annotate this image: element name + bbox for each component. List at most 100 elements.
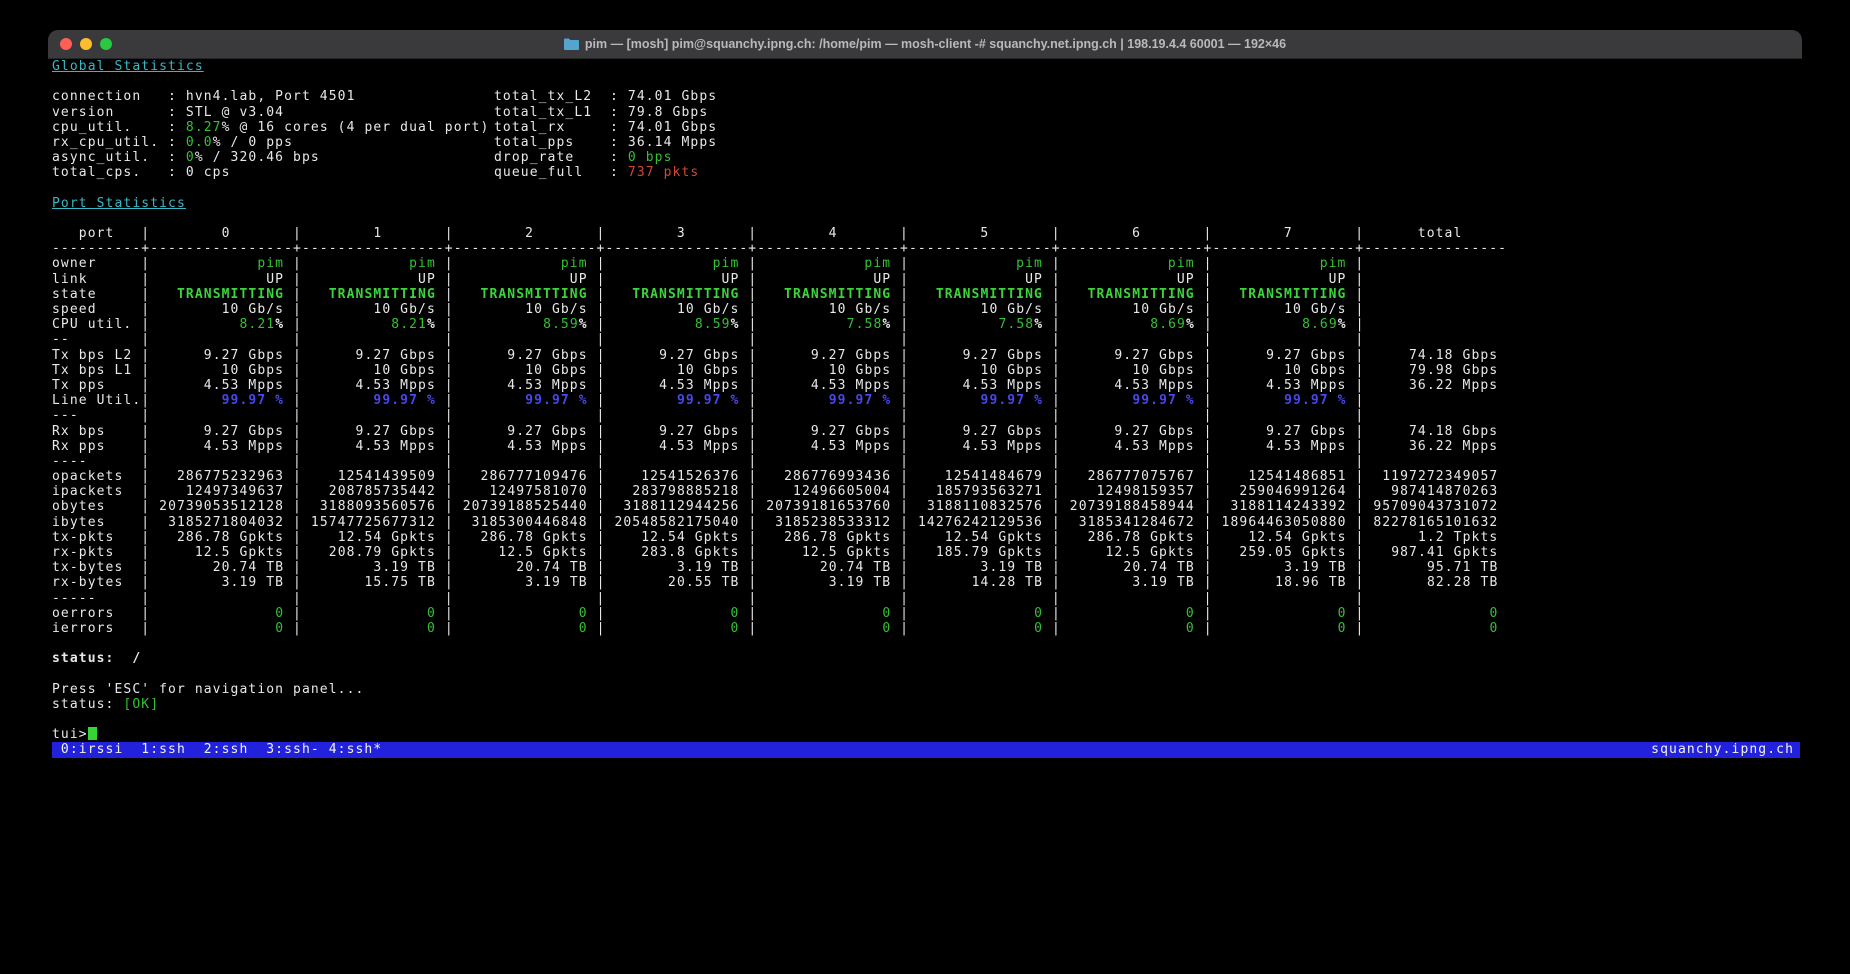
close-button[interactable]	[60, 38, 72, 50]
cell-pipe: |	[1195, 287, 1213, 302]
cell-value: 10 Gb/s	[981, 302, 1044, 317]
terminal-screen[interactable]: Global Statisticsconnection : hvn4.lab, …	[52, 59, 1800, 762]
cell-pipe: |	[284, 499, 302, 514]
zoom-button[interactable]	[100, 38, 112, 50]
cell-value: TRANSMITTING	[481, 287, 588, 302]
cell-value: 10 Gbps	[1132, 363, 1195, 378]
cell-value: 0	[882, 621, 891, 636]
cell-pipe: |	[891, 302, 909, 317]
cell-pad	[909, 393, 980, 408]
cell-value: 0	[1186, 621, 1195, 636]
stat-value: 737 pkts	[628, 165, 699, 180]
cell-value: 8.21	[391, 317, 427, 332]
cell-pipe: |	[1043, 606, 1061, 621]
cell-value: 20739181653760	[766, 499, 891, 514]
cell-pad	[1061, 256, 1168, 271]
cell-value: pim	[257, 256, 284, 271]
cell-value: 7.58	[847, 317, 883, 332]
row-label: obytes |	[52, 499, 150, 514]
cell-value: 9.27 Gbps	[659, 348, 739, 363]
cell-pad	[1061, 272, 1177, 287]
cell-pad	[606, 469, 642, 484]
empty-cell: |	[302, 332, 454, 347]
cell-pipe: |	[891, 363, 909, 378]
cell-pipe: |	[588, 363, 606, 378]
cell-pad	[606, 302, 677, 317]
empty-cell: |	[1061, 591, 1213, 606]
cell-value: 4.53 Mpps	[204, 378, 284, 393]
cell-pad	[1213, 499, 1231, 514]
cell-value: 18964463050880	[1222, 515, 1347, 530]
cell-pad	[757, 317, 846, 332]
cell-value: 4.53 Mpps	[811, 439, 891, 454]
empty-cell: |	[454, 408, 606, 423]
cell-value: 259.05 Gpkts	[1239, 545, 1346, 560]
cell-pad	[454, 530, 481, 545]
stat-label: total_tx_L2 :	[494, 89, 628, 104]
cell-value: UP	[1025, 272, 1043, 287]
cell-value: 15.75 TB	[364, 575, 435, 590]
cell-pad	[150, 606, 275, 621]
cell-value: 82278165101632	[1373, 515, 1498, 530]
cell-suffix: %	[1338, 317, 1347, 332]
titlebar[interactable]: pim — [mosh] pim@squanchy.ipng.ch: /home…	[48, 30, 1802, 59]
cell-pipe	[1498, 560, 1507, 575]
cell-value: 8.69	[1302, 317, 1338, 332]
empty-cell: |	[454, 454, 606, 469]
cell-pipe: |	[1195, 575, 1213, 590]
empty-cell: |	[1213, 591, 1365, 606]
table-row--: ----- | | | | | | | | |	[52, 591, 1800, 606]
row-label: ipackets |	[52, 484, 150, 499]
cell-pipe: |	[284, 302, 302, 317]
table-row-Tx-pps: Tx pps | 4.53 Mpps | 4.53 Mpps | 4.53 Mp…	[52, 378, 1800, 393]
text-cursor[interactable]	[88, 727, 97, 740]
cell-pipe: |	[891, 378, 909, 393]
cell-pipe: |	[1195, 272, 1213, 287]
cell-pipe: |	[588, 317, 606, 332]
cell-pad	[606, 621, 731, 636]
cell-pad	[909, 272, 1025, 287]
cell-pad	[1061, 560, 1124, 575]
cell-value: 12498159357	[1097, 484, 1195, 499]
cell-pipe: |	[588, 393, 606, 408]
cell-value: 14.28 TB	[972, 575, 1043, 590]
cell-pad	[1213, 317, 1302, 332]
cell-pad	[150, 530, 177, 545]
cell-value: 9.27 Gbps	[963, 424, 1043, 439]
cell-pipe: |	[284, 530, 302, 545]
cell-value: 3185300446848	[472, 515, 588, 530]
table-row-obytes: obytes | 20739053512128 | 3188093560576 …	[52, 499, 1800, 514]
cell-pipe: |	[1195, 545, 1213, 560]
minimize-button[interactable]	[80, 38, 92, 50]
cell-value: 10 Gb/s	[677, 302, 740, 317]
cell-value: 7.58	[998, 317, 1034, 332]
cell-value: 10 Gbps	[981, 363, 1044, 378]
cell-pipe: |	[436, 317, 454, 332]
cell-pipe	[1498, 545, 1507, 560]
cell-pad	[454, 424, 508, 439]
cell-value: 74.18 Gbps	[1409, 424, 1498, 439]
cell-pipe: |	[436, 621, 454, 636]
tmux-status-bar: 0:irssi 1:ssh 2:ssh 3:ssh- 4:ssh*squanch…	[52, 742, 1800, 757]
status-ok-line: status: [OK]	[52, 697, 1800, 712]
cell-pad	[454, 272, 570, 287]
cell-pipe: |	[1043, 348, 1061, 363]
cell-pad	[1364, 287, 1498, 302]
row-label: tx-pkts |	[52, 530, 150, 545]
cell-value: UP	[570, 272, 588, 287]
cell-pipe: |	[284, 484, 302, 499]
row-label: ---- |	[52, 454, 150, 469]
cell-pipe: |	[1195, 363, 1213, 378]
cell-pad	[150, 469, 177, 484]
tmux-window-list[interactable]: 0:irssi 1:ssh 2:ssh 3:ssh- 4:ssh*	[52, 742, 382, 757]
cell-pipe: |	[436, 530, 454, 545]
port-table-header: port | 0 | 1 | 2 | 3 | 4 | 5 | 6 | 7 | t…	[52, 226, 1800, 241]
window-title-text: pim — [mosh] pim@squanchy.ipng.ch: /home…	[585, 37, 1286, 51]
cell-pipe: |	[1347, 363, 1365, 378]
cell-value: 286.78 Gpkts	[177, 530, 284, 545]
cell-value: 82.28 TB	[1427, 575, 1498, 590]
prompt-line[interactable]: tui>	[52, 727, 1800, 742]
cell-pad	[150, 393, 221, 408]
table-row-rx-pkts: rx-pkts | 12.5 Gpkts | 208.79 Gpkts | 12…	[52, 545, 1800, 560]
cell-value: 0	[427, 606, 436, 621]
